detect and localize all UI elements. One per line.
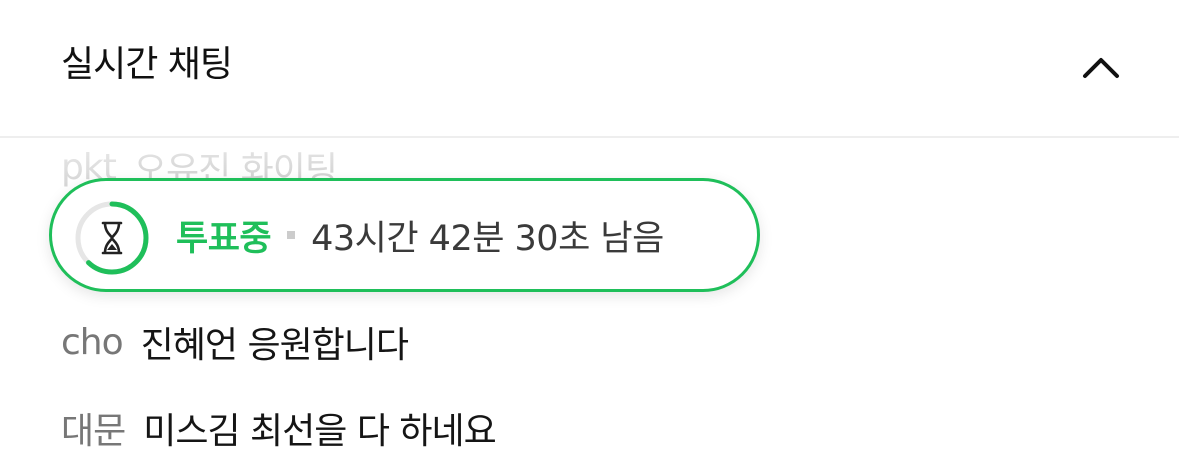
chat-message: 대문 미스김 최선을 다 하네요: [61, 403, 497, 453]
chat-text: 진혜언 응원합니다: [140, 325, 409, 366]
vote-status-label: 투표중: [176, 218, 272, 259]
chat-nickname: 대문: [61, 411, 126, 452]
collapse-button[interactable]: [1076, 42, 1126, 92]
chevron-up-icon: [1083, 58, 1119, 78]
live-chat-panel: 실시간 채팅 pkt 오유진 화이팅 cho 진혜언 응원합니다 대문 미스김 …: [0, 0, 1179, 464]
chat-title: 실시간 채팅: [61, 44, 233, 85]
separator-dot: [287, 231, 296, 239]
chat-header: 실시간 채팅: [0, 0, 1179, 138]
chat-nickname: cho: [61, 321, 124, 363]
vote-time-remaining: 43시간 42분 30초 남음: [311, 218, 664, 259]
vote-timer-ring: [75, 201, 149, 275]
chat-text: 미스김 최선을 다 하네요: [143, 411, 497, 452]
vote-status-banner[interactable]: 투표중 43시간 42분 30초 남음: [49, 178, 760, 292]
vote-text: 투표중 43시간 42분 30초 남음: [176, 181, 664, 289]
chat-message: cho 진혜언 응원합니다: [61, 317, 409, 367]
hourglass-icon: [101, 221, 123, 255]
